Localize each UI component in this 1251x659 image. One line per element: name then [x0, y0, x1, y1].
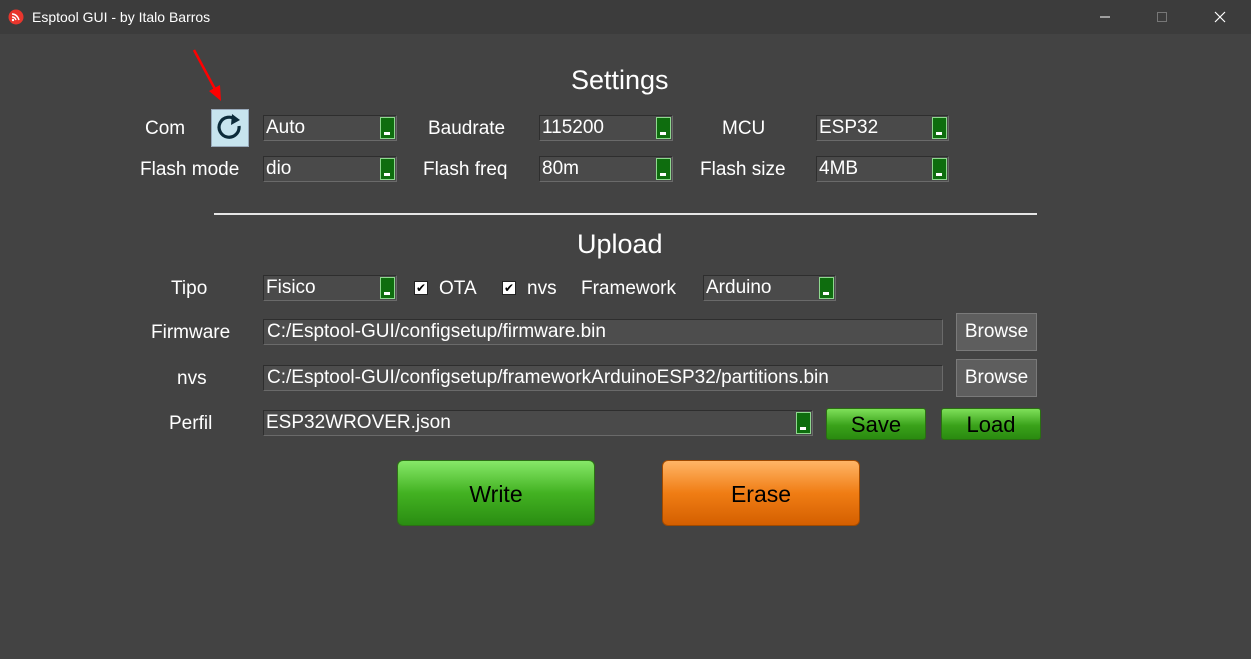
- chevron-down-icon: [380, 117, 395, 139]
- window-title: Esptool GUI - by Italo Barros: [32, 9, 211, 25]
- flash-mode-value: dio: [266, 158, 292, 179]
- chevron-down-icon: [932, 158, 947, 180]
- com-dropdown[interactable]: Auto: [263, 115, 397, 141]
- chevron-down-icon: [932, 117, 947, 139]
- framework-label: Framework: [581, 278, 677, 299]
- chevron-down-icon: [656, 117, 671, 139]
- minimize-icon: [1100, 16, 1110, 18]
- ota-label: OTA: [439, 278, 477, 299]
- flash-size-label: Flash size: [700, 159, 786, 180]
- chevron-down-icon: [656, 158, 671, 180]
- settings-heading: Settings: [571, 65, 669, 95]
- mcu-dropdown[interactable]: ESP32: [816, 115, 949, 141]
- chevron-down-icon: [380, 277, 395, 299]
- close-button[interactable]: [1197, 0, 1243, 34]
- flash-size-value: 4MB: [819, 158, 859, 179]
- maximize-icon: [1157, 12, 1167, 22]
- firmware-path-field[interactable]: C:/Esptool-GUI/configsetup/firmware.bin: [263, 319, 943, 345]
- tipo-value: Fisico: [266, 277, 316, 298]
- espressif-logo-icon: [8, 9, 24, 25]
- app-window: Esptool GUI - by Italo Barros Settings C…: [0, 0, 1251, 659]
- baudrate-value: 115200: [542, 117, 604, 138]
- mcu-label: MCU: [722, 118, 766, 139]
- flash-size-dropdown[interactable]: 4MB: [816, 156, 949, 182]
- upload-heading: Upload: [577, 229, 663, 259]
- chevron-down-icon: [796, 412, 811, 434]
- tipo-dropdown[interactable]: Fisico: [263, 275, 397, 301]
- baudrate-label: Baudrate: [428, 118, 506, 139]
- nvs-label: nvs: [177, 368, 207, 389]
- nvs-browse-button[interactable]: Browse: [956, 359, 1037, 397]
- perfil-combobox[interactable]: ESP32WROVER.json: [263, 410, 813, 436]
- nvs-path-field[interactable]: C:/Esptool-GUI/configsetup/frameworkArdu…: [263, 365, 943, 391]
- framework-value: Arduino: [706, 277, 772, 298]
- firmware-browse-button[interactable]: Browse: [956, 313, 1037, 351]
- refresh-com-button[interactable]: [211, 109, 249, 147]
- com-value: Auto: [266, 117, 306, 138]
- framework-dropdown[interactable]: Arduino: [703, 275, 836, 301]
- minimize-button[interactable]: [1082, 0, 1128, 34]
- title-bar: Esptool GUI - by Italo Barros: [0, 0, 1251, 34]
- load-button[interactable]: Load: [941, 408, 1041, 440]
- flash-freq-value: 80m: [542, 158, 579, 179]
- erase-button[interactable]: Erase: [662, 460, 860, 526]
- perfil-value: ESP32WROVER.json: [266, 412, 451, 433]
- perfil-label: Perfil: [169, 413, 213, 434]
- nvs-checkbox[interactable]: ✔: [502, 281, 516, 295]
- flash-mode-dropdown[interactable]: dio: [263, 156, 397, 182]
- red-arrow-icon: [192, 49, 221, 101]
- save-button[interactable]: Save: [826, 408, 926, 440]
- flash-freq-label: Flash freq: [423, 159, 508, 180]
- chevron-down-icon: [380, 158, 395, 180]
- refresh-icon: [217, 114, 241, 139]
- close-icon: [1214, 11, 1226, 23]
- flash-freq-dropdown[interactable]: 80m: [539, 156, 673, 182]
- tipo-label: Tipo: [171, 278, 208, 299]
- mcu-value: ESP32: [819, 117, 879, 138]
- chevron-down-icon: [819, 277, 834, 299]
- firmware-label: Firmware: [151, 322, 231, 343]
- flash-mode-label: Flash mode: [140, 159, 240, 180]
- com-label: Com: [145, 118, 186, 139]
- section-divider: [214, 213, 1037, 215]
- baudrate-dropdown[interactable]: 115200: [539, 115, 673, 141]
- maximize-button[interactable]: [1139, 0, 1185, 34]
- write-button[interactable]: Write: [397, 460, 595, 526]
- ota-checkbox[interactable]: ✔: [414, 281, 428, 295]
- nvs-check-label: nvs: [527, 278, 557, 299]
